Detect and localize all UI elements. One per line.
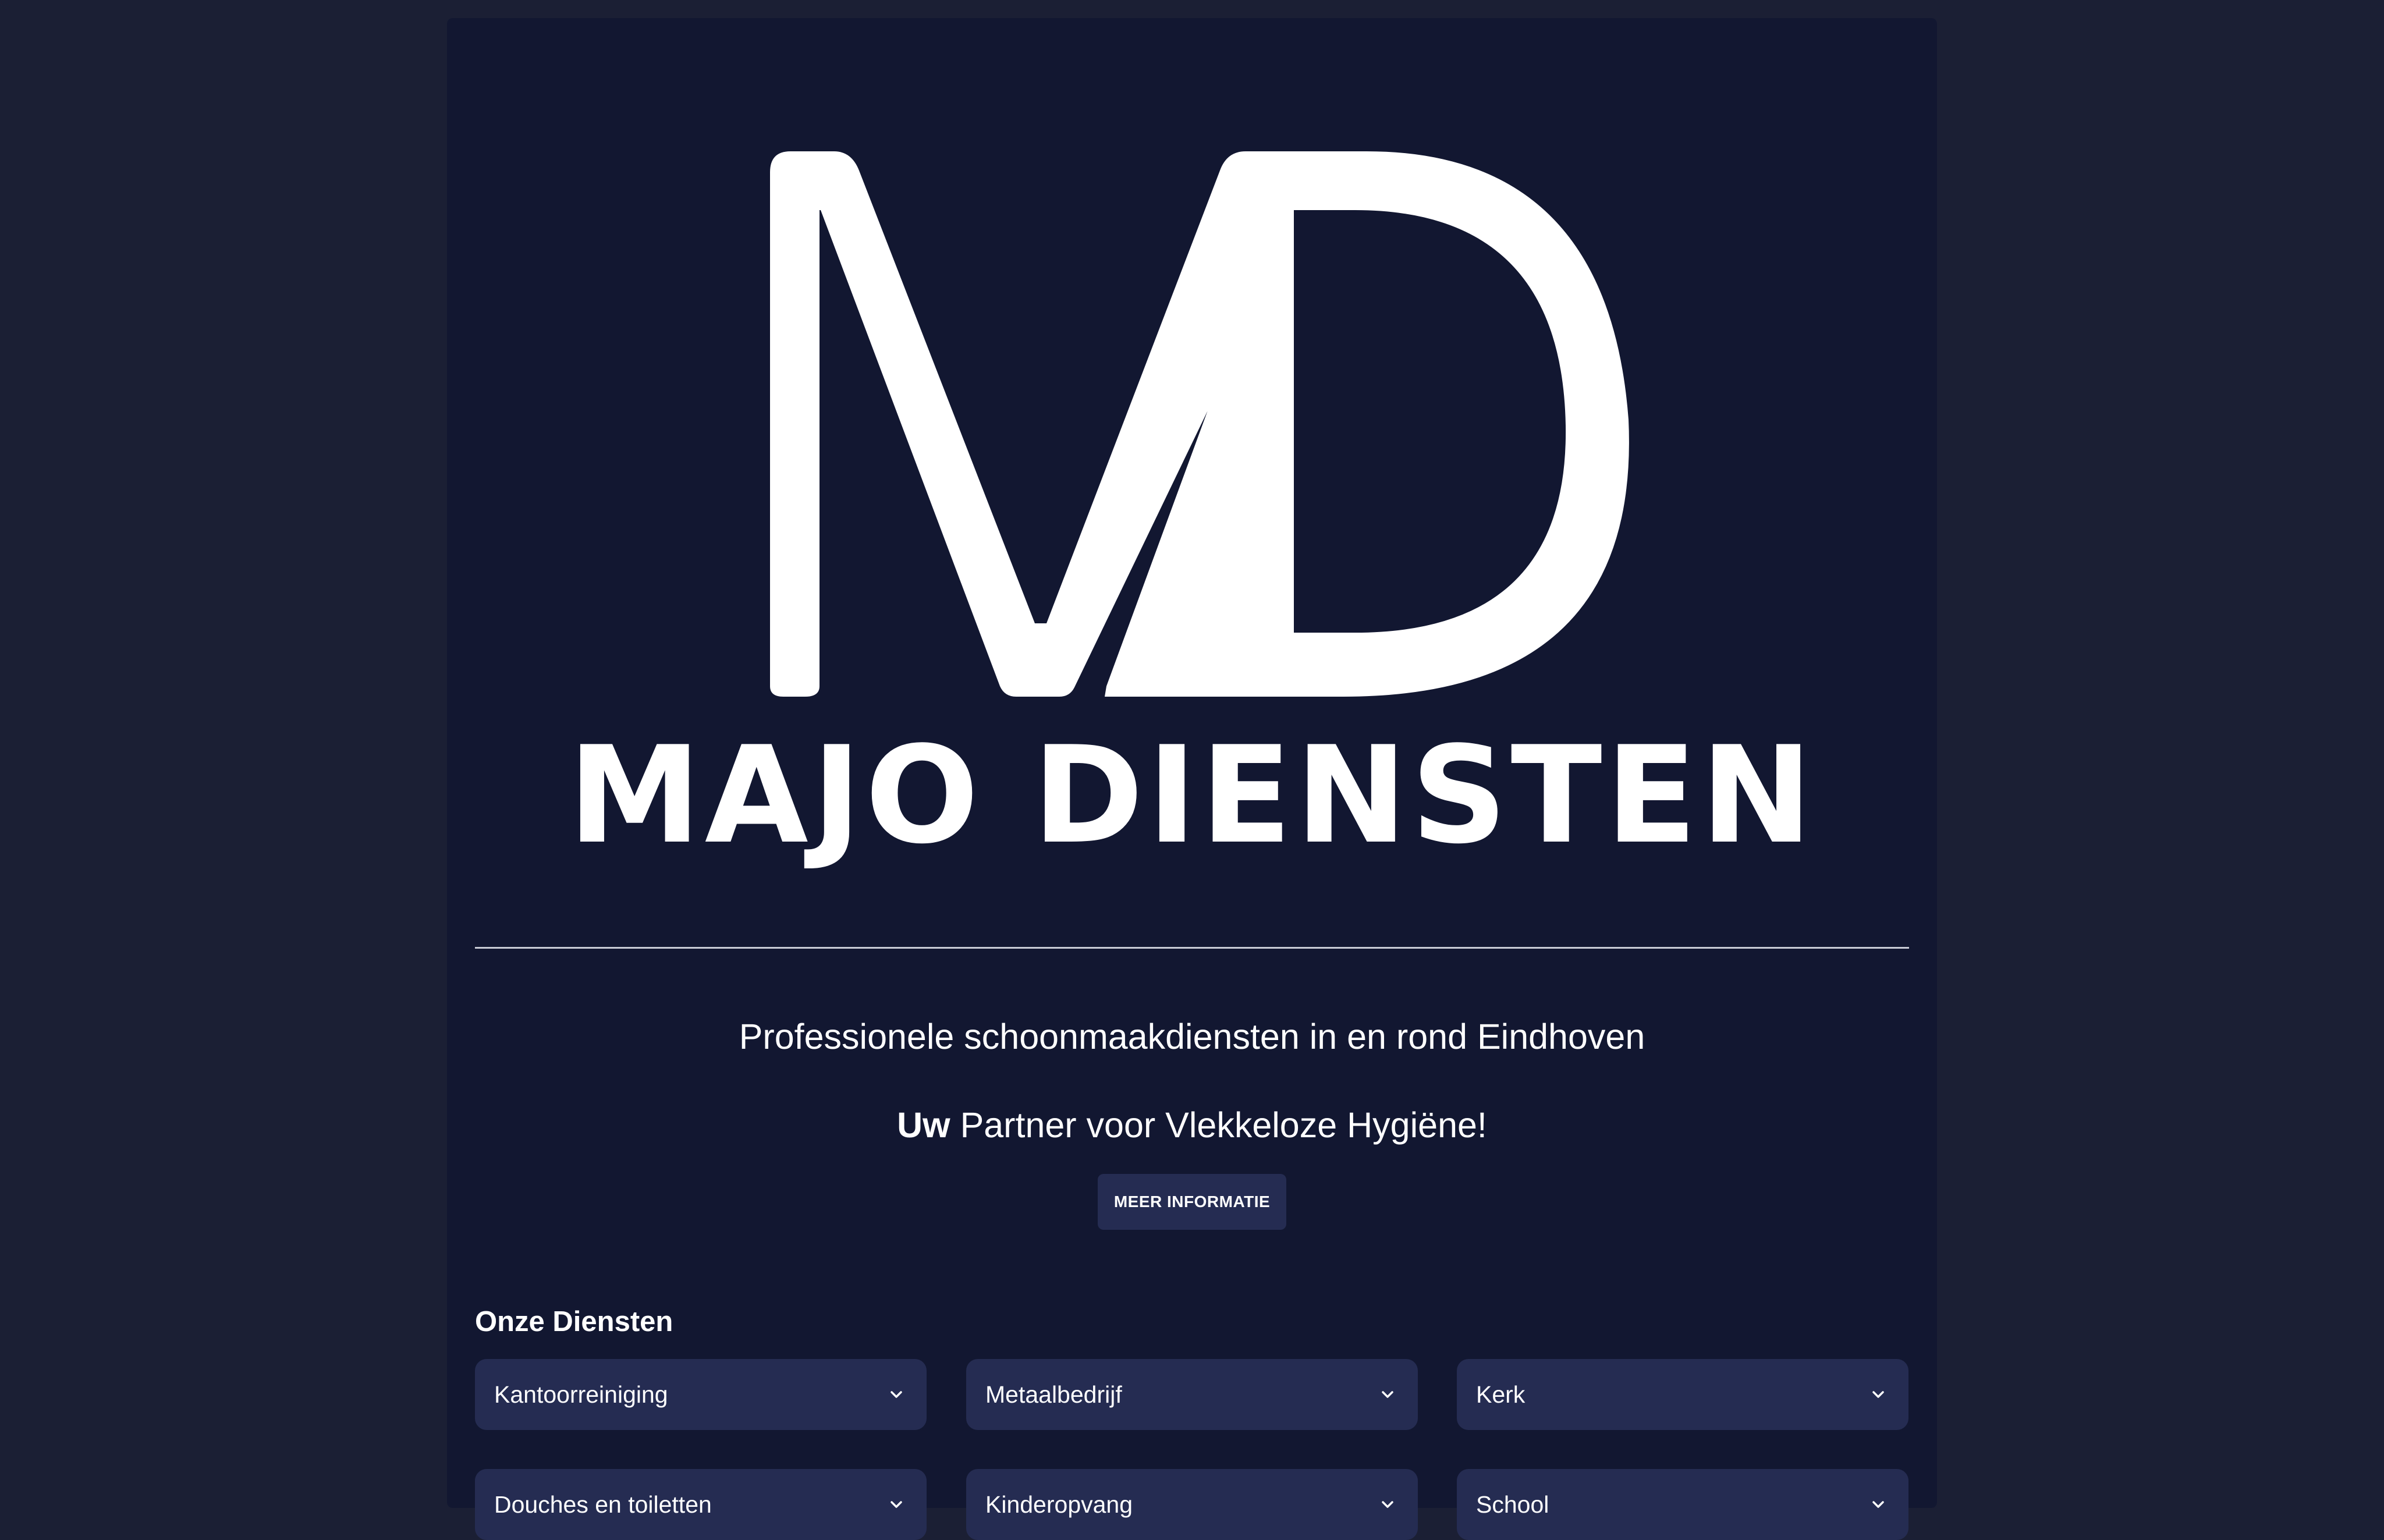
service-douches-en-toiletten[interactable]: Douches en toiletten [475,1469,927,1540]
service-metaalbedrijf[interactable]: Metaalbedrijf [966,1359,1418,1430]
hero-tagline: Uw Partner voor Vlekkeloze Hygiëne! [447,1099,1937,1151]
service-kantoorreiniging[interactable]: Kantoorreiniging [475,1359,927,1430]
service-label: Kinderopvang [985,1491,1133,1518]
service-label: Douches en toiletten [494,1491,712,1518]
chevron-down-icon [891,1391,902,1398]
chevron-down-icon [1872,1501,1884,1508]
service-kerk[interactable]: Kerk [1457,1359,1908,1430]
chevron-down-icon [891,1501,902,1508]
logo-wordmark: MAJO DIENSTEN [568,718,1816,874]
service-label: Kerk [1476,1381,1526,1408]
service-kinderopvang[interactable]: Kinderopvang [966,1469,1418,1540]
more-info-button[interactable]: MEER INFORMATIE [1098,1174,1286,1230]
service-label: Kantoorreiniging [494,1381,668,1408]
hero-subtitle: Professionele schoonmaakdiensten in en r… [739,1017,1645,1056]
tagline-emphasis: Uw [897,1105,950,1145]
brand-logo: MAJO DIENSTEN [447,18,1937,891]
divider [475,947,1909,949]
chevron-down-icon [1382,1391,1393,1398]
services-heading: Onze Diensten [475,1306,673,1337]
chevron-down-icon [1872,1391,1884,1398]
service-label: Metaalbedrijf [985,1381,1122,1408]
service-school[interactable]: School [1457,1469,1908,1540]
main-panel: MAJO DIENSTEN Professionele schoonmaakdi… [447,18,1937,1540]
chevron-down-icon [1382,1501,1393,1508]
tagline-text: Partner voor Vlekkeloze Hygiëne! [950,1105,1487,1145]
service-label: School [1476,1491,1549,1518]
